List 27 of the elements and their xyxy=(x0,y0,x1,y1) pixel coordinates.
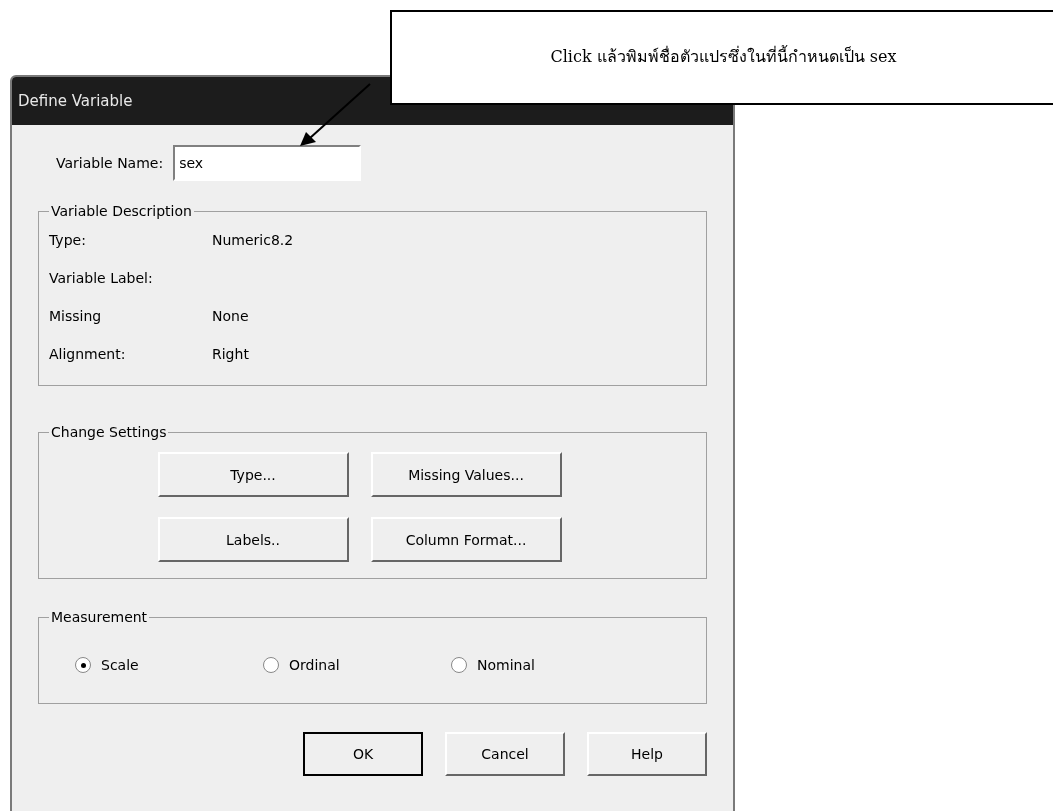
radio-label: Scale xyxy=(101,657,139,673)
property-value: Numeric8.2 xyxy=(212,232,294,248)
property-label: Alignment: xyxy=(49,346,127,362)
radio-button[interactable] xyxy=(75,657,91,673)
property-value: Right xyxy=(212,346,249,362)
window-title: Define Variable xyxy=(18,92,133,110)
settings-button[interactable]: Type... xyxy=(157,452,349,497)
settings-button[interactable]: Labels.. xyxy=(157,517,349,562)
dialog-button[interactable]: OK xyxy=(303,732,423,776)
settings-button[interactable]: Column Format... xyxy=(370,517,562,562)
radio-button[interactable] xyxy=(263,657,279,673)
dialog-button[interactable]: Help xyxy=(587,732,707,776)
property-label: Missing xyxy=(49,308,103,324)
group-title: Measurement xyxy=(50,609,149,625)
dialog-button[interactable]: Cancel xyxy=(445,732,565,776)
property-value: None xyxy=(212,308,249,324)
radio-label: Ordinal xyxy=(289,657,340,673)
radio-button[interactable] xyxy=(451,657,467,673)
group-title: Variable Description xyxy=(50,203,193,219)
property-label: Type: xyxy=(49,232,87,248)
callout-text: Click แล้วพิมพ์ชื่อตัวแปรซึ่งในที่นี้กำหนดเป็น sex xyxy=(549,44,898,68)
input-field[interactable]: sex xyxy=(173,145,362,181)
radio-label: Nominal xyxy=(477,657,535,673)
field-label: Variable Name: xyxy=(56,155,164,171)
property-label: Variable Label: xyxy=(49,270,154,286)
group-title: Change Settings xyxy=(50,424,168,440)
settings-button[interactable]: Missing Values... xyxy=(370,452,562,497)
